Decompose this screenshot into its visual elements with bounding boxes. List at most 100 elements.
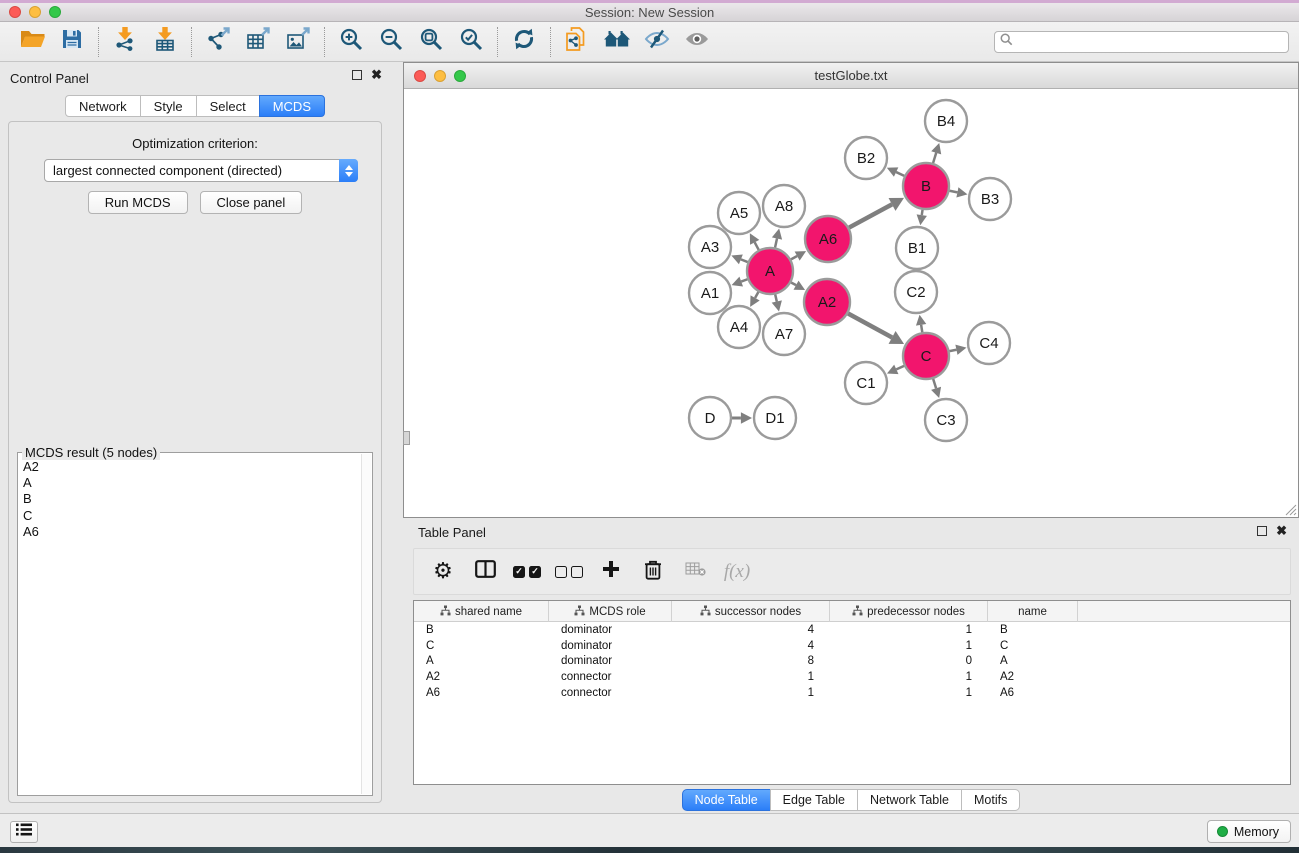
edge-B-B2[interactable] [896,172,904,176]
add-column-button[interactable] [596,555,626,589]
table-row[interactable]: Cdominator41C [414,638,1290,654]
table-row[interactable]: A6connector11A6 [414,685,1290,701]
open-file-button[interactable] [12,25,52,59]
edge-A-A7[interactable] [775,294,777,301]
cell-MCDS-role[interactable]: connector [549,671,672,683]
search-input[interactable] [1017,35,1288,49]
result-item[interactable]: A6 [20,524,360,540]
edge-C-C1[interactable] [896,366,904,370]
duplicate-network-button[interactable] [557,25,597,59]
delete-table-button[interactable] [680,555,710,589]
split-view-button[interactable] [470,555,500,589]
cell-predecessor-nodes[interactable]: 1 [830,671,988,683]
close-panel-icon[interactable]: ✖ [371,70,382,80]
result-item[interactable]: B [20,491,360,507]
run-mcds-button[interactable]: Run MCDS [88,191,188,214]
edge-A6-B[interactable] [849,204,892,227]
zoom-fit-button[interactable] [411,25,451,59]
cell-shared-name[interactable]: B [414,624,549,636]
settings-button[interactable]: ⚙ [428,555,458,589]
select-all-button[interactable]: ✓✓ [512,555,542,589]
edge-B-B4[interactable] [933,153,936,163]
cell-shared-name[interactable]: A2 [414,671,549,683]
result-item[interactable]: C [20,508,360,524]
cell-successor-nodes[interactable]: 4 [672,624,830,636]
edge-A-A2[interactable] [791,282,796,285]
save-session-button[interactable] [52,25,92,59]
float-panel-icon[interactable] [352,70,362,80]
cell-shared-name[interactable]: C [414,640,549,652]
cell-MCDS-role[interactable]: connector [549,687,672,699]
float-table-panel-icon[interactable] [1257,526,1267,536]
resize-grip-icon[interactable] [1284,503,1297,516]
export-network-button[interactable] [198,25,238,59]
tab-style[interactable]: Style [140,95,197,117]
result-item[interactable]: A2 [20,459,360,475]
home-button[interactable] [597,25,637,59]
result-item[interactable]: A [20,475,360,491]
close-table-panel-icon[interactable]: ✖ [1276,526,1287,536]
cell-name[interactable]: A6 [988,687,1078,699]
cell-successor-nodes[interactable]: 1 [672,687,830,699]
edge-A-A5[interactable] [755,242,759,250]
export-table-button[interactable] [238,25,278,59]
tab-mcds[interactable]: MCDS [259,95,325,117]
cell-MCDS-role[interactable]: dominator [549,640,672,652]
tab-edge-table[interactable]: Edge Table [770,789,858,811]
task-history-button[interactable] [10,821,38,843]
edge-A-A1[interactable] [741,279,747,281]
cell-name[interactable]: A2 [988,671,1078,683]
cell-successor-nodes[interactable]: 1 [672,671,830,683]
column-header-name[interactable]: name [988,601,1078,622]
cell-successor-nodes[interactable]: 4 [672,640,830,652]
cell-shared-name[interactable]: A [414,655,549,667]
function-builder-button[interactable]: f(x) [722,555,752,589]
export-image-button[interactable] [278,25,318,59]
deselect-all-button[interactable] [554,555,584,589]
cell-name[interactable]: B [988,624,1078,636]
import-table-button[interactable] [145,25,185,59]
column-header-MCDS-role[interactable]: MCDS role [549,601,672,622]
edge-C-C3[interactable] [933,379,936,388]
cell-predecessor-nodes[interactable]: 1 [830,640,988,652]
zoom-in-button[interactable] [331,25,371,59]
column-header-predecessor-nodes[interactable]: predecessor nodes [830,601,988,622]
criterion-dropdown[interactable]: largest connected component (directed) [44,159,358,182]
column-header-shared-name[interactable]: shared name [414,601,549,622]
edge-B-B3[interactable] [950,191,958,193]
zoom-selected-button[interactable] [451,25,491,59]
edge-A-A8[interactable] [775,239,777,248]
tab-node-table[interactable]: Node Table [682,789,771,811]
edge-A2-C[interactable] [848,313,892,337]
show-eye-button[interactable] [677,25,717,59]
table-row[interactable]: Bdominator41B [414,622,1290,638]
tab-motifs[interactable]: Motifs [961,789,1020,811]
cell-MCDS-role[interactable]: dominator [549,624,672,636]
edge-A-A4[interactable] [755,292,758,298]
cell-name[interactable]: A [988,655,1078,667]
cell-successor-nodes[interactable]: 8 [672,655,830,667]
table-row[interactable]: A2connector11A2 [414,669,1290,685]
edge-A-A6[interactable] [791,256,797,259]
tab-network[interactable]: Network [65,95,141,117]
cell-MCDS-role[interactable]: dominator [549,655,672,667]
refresh-button[interactable] [504,25,544,59]
cell-shared-name[interactable]: A6 [414,687,549,699]
table-row[interactable]: Adominator80A [414,654,1290,670]
edge-C-C2[interactable] [921,325,922,332]
cell-predecessor-nodes[interactable]: 0 [830,655,988,667]
tab-network-table[interactable]: Network Table [857,789,962,811]
zoom-out-button[interactable] [371,25,411,59]
cell-name[interactable]: C [988,640,1078,652]
tab-select[interactable]: Select [196,95,260,117]
result-scrollbar[interactable] [361,454,371,794]
close-panel-button[interactable]: Close panel [200,191,303,214]
memory-button[interactable]: Memory [1207,820,1291,843]
delete-column-button[interactable] [638,555,668,589]
edge-C-C4[interactable] [950,350,957,351]
cell-predecessor-nodes[interactable]: 1 [830,624,988,636]
cell-predecessor-nodes[interactable]: 1 [830,687,988,699]
splitter-handle[interactable] [403,431,410,445]
column-header-successor-nodes[interactable]: successor nodes [672,601,830,622]
hide-eye-button[interactable] [637,25,677,59]
